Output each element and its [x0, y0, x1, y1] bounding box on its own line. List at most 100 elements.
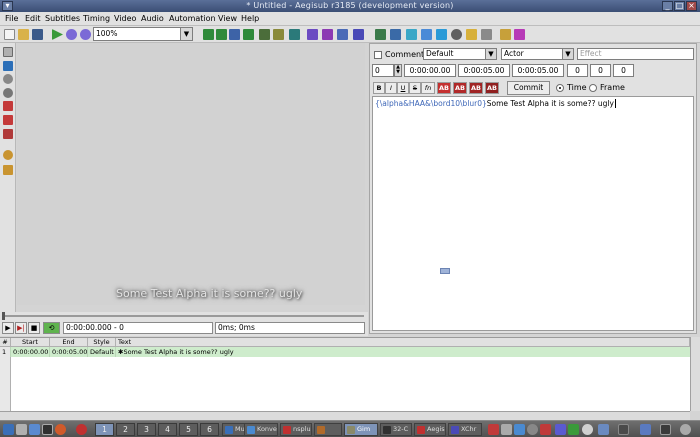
- margin-left-field[interactable]: 0: [567, 64, 588, 77]
- styling-assistant-icon[interactable]: [436, 29, 447, 40]
- menu-automation[interactable]: Automation: [169, 14, 216, 23]
- tray-clipboard-icon[interactable]: [514, 424, 525, 435]
- menu-file[interactable]: File: [5, 14, 18, 23]
- start-menu-icon[interactable]: [3, 424, 14, 435]
- strikeout-button[interactable]: S: [409, 82, 421, 94]
- grid-vertical-scrollbar[interactable]: [690, 337, 700, 411]
- chevron-down-icon[interactable]: ▼: [180, 28, 192, 40]
- task-xchat[interactable]: XChr: [448, 423, 482, 436]
- tray-update-icon[interactable]: [540, 424, 551, 435]
- margin-vertical-field[interactable]: 0: [613, 64, 634, 77]
- menu-subtitles[interactable]: Subtitles: [45, 14, 80, 23]
- seek-thumb[interactable]: [2, 312, 5, 320]
- rotate-xy-icon[interactable]: [3, 88, 13, 98]
- browser-icon[interactable]: [55, 424, 66, 435]
- bold-button[interactable]: B: [373, 82, 385, 94]
- tray-volume-icon[interactable]: [527, 424, 538, 435]
- tray-network-icon[interactable]: [501, 424, 512, 435]
- save-file-icon[interactable]: [32, 29, 43, 40]
- tray-display-icon[interactable]: [618, 424, 629, 435]
- comment-checkbox[interactable]: [374, 51, 382, 59]
- vector-clip-icon[interactable]: [3, 129, 13, 139]
- scale-icon[interactable]: [3, 101, 13, 111]
- jump-end-icon[interactable]: [229, 29, 240, 40]
- menu-audio[interactable]: Audio: [141, 14, 164, 23]
- video-seek-slider[interactable]: [0, 312, 368, 320]
- commit-button[interactable]: Commit: [507, 81, 550, 95]
- autoscroll-toggle[interactable]: ⟲: [43, 322, 60, 334]
- grid-header-style[interactable]: Style: [88, 338, 116, 347]
- play-button[interactable]: ▶: [2, 322, 14, 334]
- chevron-down-icon[interactable]: ▼: [562, 49, 573, 59]
- attachments-icon[interactable]: [322, 29, 333, 40]
- font-button[interactable]: fn: [421, 82, 435, 94]
- underline-button[interactable]: U: [397, 82, 409, 94]
- tray-clock-icon[interactable]: [582, 424, 593, 435]
- filemanager-icon[interactable]: [29, 424, 40, 435]
- new-file-icon[interactable]: [4, 29, 15, 40]
- grid-header-start[interactable]: Start: [11, 338, 50, 347]
- end-time-field[interactable]: 0:00:05.00: [458, 64, 510, 77]
- properties-icon[interactable]: [289, 29, 300, 40]
- home-icon[interactable]: [16, 424, 27, 435]
- fonts-collector-icon[interactable]: [337, 29, 348, 40]
- menu-video[interactable]: Video: [114, 14, 136, 23]
- menu-timing[interactable]: Timing: [83, 14, 110, 23]
- help-icon[interactable]: [3, 165, 13, 175]
- grid-horizontal-scrollbar[interactable]: [0, 411, 690, 420]
- task-unnamed[interactable]: [314, 423, 342, 436]
- tray-app-icon[interactable]: [488, 424, 499, 435]
- replace-icon[interactable]: [273, 29, 284, 40]
- minimize-button[interactable]: _: [662, 1, 673, 11]
- drag-handle-icon[interactable]: [440, 268, 450, 274]
- video-display[interactable]: [17, 43, 365, 305]
- maximize-button[interactable]: □: [674, 1, 685, 11]
- timing-postprocessor-icon[interactable]: [390, 29, 401, 40]
- close-button[interactable]: ×: [686, 1, 697, 11]
- translation-assistant-icon[interactable]: [421, 29, 432, 40]
- snap-video-icon[interactable]: [243, 29, 254, 40]
- menu-help[interactable]: Help: [241, 14, 259, 23]
- layer-spin[interactable]: 0: [372, 64, 394, 77]
- duration-field[interactable]: 0:00:05.00: [512, 64, 564, 77]
- clip-icon[interactable]: [3, 115, 13, 125]
- zoom-out-icon[interactable]: [80, 29, 91, 40]
- workspace-3[interactable]: 3: [137, 423, 156, 436]
- chevron-down-icon[interactable]: ▼: [485, 49, 496, 59]
- standard-tool-icon[interactable]: [3, 47, 13, 57]
- shadow-color-button[interactable]: AB: [485, 82, 499, 94]
- title-bar[interactable]: ▾ * Untitled - Aegisub r3185 (developmen…: [0, 0, 700, 12]
- task-konversation[interactable]: Konve: [244, 423, 278, 436]
- menu-view[interactable]: View: [218, 14, 237, 23]
- rotate-z-icon[interactable]: [3, 74, 13, 84]
- actor-select[interactable]: Actor ▼: [501, 48, 574, 60]
- workspace-2[interactable]: 2: [116, 423, 135, 436]
- realtime-icon[interactable]: [3, 150, 13, 160]
- options-icon[interactable]: [500, 29, 511, 40]
- drag-tool-icon[interactable]: [3, 61, 13, 71]
- zoom-select[interactable]: 100% ▼: [93, 27, 193, 41]
- terminal-icon[interactable]: [42, 424, 53, 435]
- resample-icon[interactable]: [375, 29, 386, 40]
- task-nsplugin[interactable]: nsplu: [280, 423, 312, 436]
- tray-lock-icon[interactable]: [640, 424, 651, 435]
- zoom-in-icon[interactable]: [66, 29, 77, 40]
- secondary-color-button[interactable]: AB: [453, 82, 467, 94]
- find-icon[interactable]: [259, 29, 270, 40]
- margin-right-field[interactable]: 0: [590, 64, 611, 77]
- tray-monitor-icon[interactable]: [555, 424, 566, 435]
- shift-times-icon[interactable]: [451, 29, 462, 40]
- grid-header-end[interactable]: End: [50, 338, 88, 347]
- start-time-field[interactable]: 0:00:00.00: [404, 64, 456, 77]
- style-select[interactable]: Default ▼: [423, 48, 497, 60]
- effect-field[interactable]: Effect: [577, 48, 694, 60]
- italic-button[interactable]: I: [385, 82, 397, 94]
- table-row[interactable]: 1 0:00:00.00 0:00:05.00 Default ✱Some Te…: [0, 347, 690, 357]
- frame-radio[interactable]: [589, 84, 597, 92]
- play-video-icon[interactable]: [52, 29, 63, 40]
- task-32-c[interactable]: 32-C: [380, 423, 412, 436]
- layer-spin-arrows[interactable]: ▲ ▼: [394, 64, 402, 77]
- workspace-1[interactable]: 1: [95, 423, 114, 436]
- grid-header-number[interactable]: #: [0, 338, 11, 347]
- visual-typesetting-icon[interactable]: [481, 29, 492, 40]
